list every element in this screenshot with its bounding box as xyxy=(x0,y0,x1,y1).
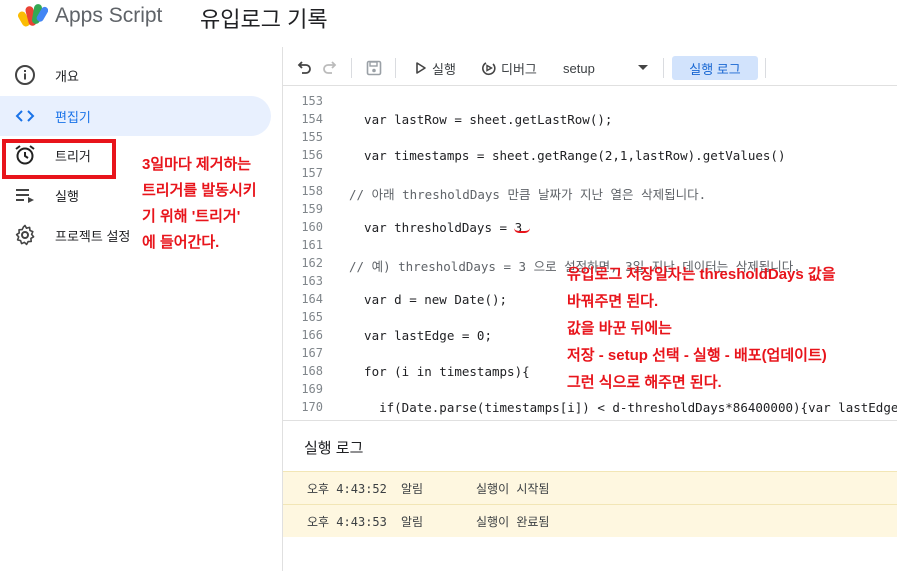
line-number: 161 xyxy=(301,238,323,252)
line-number: 160 xyxy=(301,220,323,234)
code-line: 158 // 아래 thresholdDays 만큼 날짜가 지난 열은 삭제됩니… xyxy=(283,184,897,202)
undo-icon xyxy=(297,61,311,74)
line-number: 153 xyxy=(301,94,323,108)
code-text: var lastRow = sheet.getLastRow(); xyxy=(349,112,613,127)
line-number: 158 xyxy=(301,184,323,198)
redo-icon xyxy=(323,61,337,74)
code-line: 157 xyxy=(283,166,897,184)
toolbar-separator xyxy=(663,58,664,78)
sidebar: 개요 편집기 트리거 실행 프로젝트 설정 xyxy=(0,47,282,571)
annotation-line: 3일마다 제거하는 xyxy=(142,156,252,173)
editor-toolbar: 실행 디버그 setup 실행 로그 xyxy=(283,50,897,86)
toolbar-separator xyxy=(395,58,396,78)
undo-button[interactable] xyxy=(295,58,313,78)
dropdown-arrow-icon xyxy=(638,65,648,70)
code-line: 161 xyxy=(283,238,897,256)
annotation-line: 기 위해 '트리거' xyxy=(142,208,241,225)
log-row: 오후 4:43:53 알림 실행이 완료됨 xyxy=(283,504,897,537)
code-text: var thresholdDays = 3 xyxy=(349,220,523,235)
line-number: 170 xyxy=(301,400,323,414)
line-number: 166 xyxy=(301,328,323,342)
redo-button[interactable] xyxy=(321,58,339,78)
execution-log-title: 실행 로그 xyxy=(304,440,364,457)
execution-log-button[interactable]: 실행 로그 xyxy=(672,56,758,80)
trigger-highlight-box xyxy=(2,139,116,179)
run-label: 실행 xyxy=(432,61,456,77)
line-number: 154 xyxy=(301,112,323,126)
code-line: 153 xyxy=(283,94,897,112)
line-number: 156 xyxy=(301,148,323,162)
run-button[interactable]: 실행 xyxy=(415,58,456,78)
code-icon xyxy=(13,104,37,128)
log-row: 오후 4:43:52 알림 실행이 시작됨 xyxy=(283,471,897,504)
code-text: if(Date.parse(timestamps[i]) < d-thresho… xyxy=(349,400,897,415)
app-header: Apps Script 유입로그 기록 xyxy=(0,0,897,40)
annotation-line: 그런 식으로 해주면 된다. xyxy=(567,374,722,391)
log-message: 실행이 시작됨 xyxy=(476,481,550,496)
code-text: var lastEdge = 0; xyxy=(349,328,492,343)
log-time: 오후 4:43:53 xyxy=(307,514,387,529)
annotation-line: 값을 바꾼 뒤에는 xyxy=(567,320,672,337)
debug-label: 디버그 xyxy=(501,61,537,77)
annotation-line: 저장 - setup 선택 - 실행 - 배포(업데이트) xyxy=(567,347,827,364)
log-time: 오후 4:43:52 xyxy=(307,481,387,496)
sidebar-item-label: 개요 xyxy=(55,68,79,84)
gear-icon xyxy=(13,223,37,247)
annotation-threshold-note: 유입로그 저장일자는 thresholdDays 값을 바꿔주면 된다. 값을 … xyxy=(567,261,836,396)
app-name[interactable]: Apps Script xyxy=(55,4,162,28)
line-number: 162 xyxy=(301,256,323,270)
debug-icon xyxy=(482,62,496,76)
sidebar-item-editor[interactable]: 편집기 xyxy=(0,96,271,136)
code-text: for (i in timestamps){ xyxy=(349,364,530,379)
line-number: 155 xyxy=(301,130,323,144)
code-line: 156 var timestamps = sheet.getRange(2,1,… xyxy=(283,148,897,166)
code-line: 170 if(Date.parse(timestamps[i]) < d-thr… xyxy=(283,400,897,418)
sidebar-item-label: 프로젝트 설정 xyxy=(55,228,131,244)
code-text: var d = new Date(); xyxy=(349,292,508,307)
line-number: 164 xyxy=(301,292,323,306)
code-line: 160 var thresholdDays = 3 xyxy=(283,220,897,238)
play-icon xyxy=(416,62,426,74)
debug-button[interactable]: 디버그 xyxy=(481,58,537,78)
save-button[interactable] xyxy=(365,58,383,78)
annotation-trigger-note: 3일마다 제거하는 트리거를 발동시키 기 위해 '트리거' 에 들어간다. xyxy=(142,152,257,256)
annotation-line: 유입로그 저장일자는 thresholdDays 값을 xyxy=(567,266,836,283)
line-number: 169 xyxy=(301,382,323,396)
info-icon xyxy=(13,63,37,87)
project-title[interactable]: 유입로그 기록 xyxy=(200,2,328,34)
code-text: // 아래 thresholdDays 만큼 날짜가 지난 열은 삭제됩니다. xyxy=(349,187,707,202)
code-line: 154 var lastRow = sheet.getLastRow(); xyxy=(283,112,897,130)
annotation-line: 트리거를 발동시키 xyxy=(142,182,257,199)
sidebar-item-label: 편집기 xyxy=(55,109,91,125)
save-icon xyxy=(366,60,382,76)
function-select-value: setup xyxy=(563,60,595,76)
execution-log-panel: 실행 로그 오후 4:43:52 알림 실행이 시작됨 오후 4:43:53 알… xyxy=(283,420,897,571)
line-number: 163 xyxy=(301,274,323,288)
sidebar-item-label: 실행 xyxy=(55,188,79,204)
line-number: 167 xyxy=(301,346,323,360)
annotation-line: 바꿔주면 된다. xyxy=(567,293,659,310)
line-number: 157 xyxy=(301,166,323,180)
toolbar-separator xyxy=(351,58,352,78)
code-line: 155 xyxy=(283,130,897,148)
executions-icon xyxy=(13,183,37,207)
line-number: 165 xyxy=(301,310,323,324)
annotation-line: 에 들어간다. xyxy=(142,234,220,251)
line-number: 168 xyxy=(301,364,323,378)
code-text: var timestamps = sheet.getRange(2,1,last… xyxy=(349,148,786,163)
sidebar-item-overview[interactable]: 개요 xyxy=(0,55,270,95)
toolbar-separator xyxy=(765,58,766,78)
apps-script-logo-icon[interactable] xyxy=(18,3,49,29)
function-select[interactable]: setup xyxy=(563,58,653,78)
log-message: 실행이 완료됨 xyxy=(476,514,550,529)
line-number: 159 xyxy=(301,202,323,216)
code-line: 159 xyxy=(283,202,897,220)
log-level: 알림 xyxy=(401,481,424,496)
threshold-underline-mark xyxy=(514,228,530,233)
log-level: 알림 xyxy=(401,514,424,529)
